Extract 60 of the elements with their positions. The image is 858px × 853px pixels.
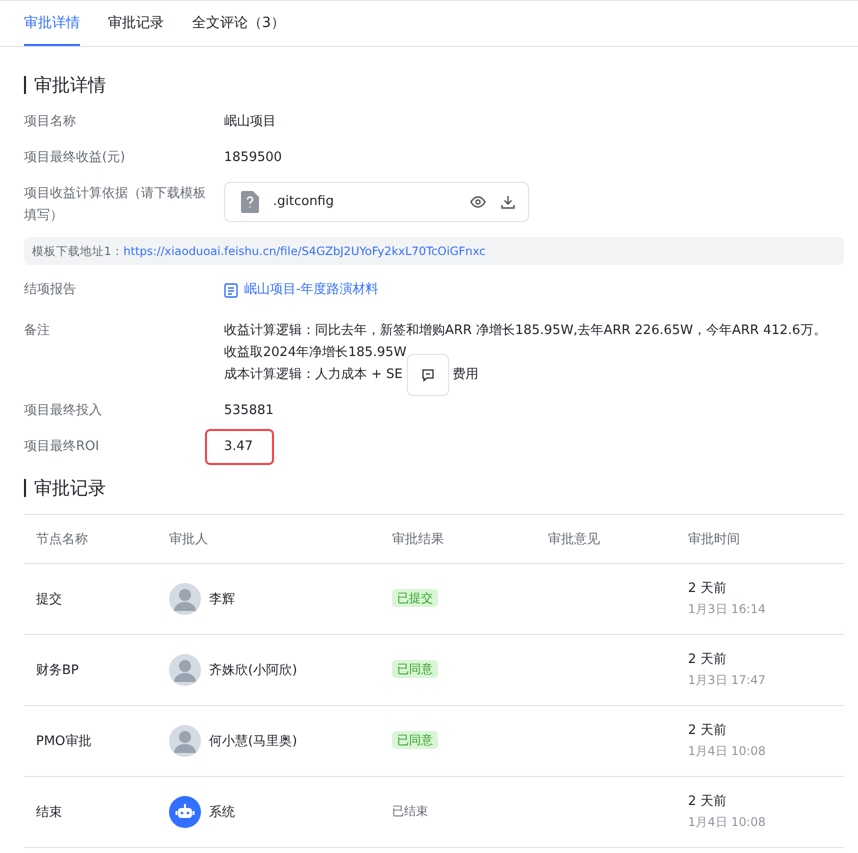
timestamp: 1月4日 10:08: [688, 814, 767, 831]
field-value: 岷山项目: [224, 113, 276, 131]
download-icon[interactable]: [500, 194, 516, 210]
section-title: 审批记录: [34, 476, 106, 500]
relative-time: 2 天前: [688, 580, 728, 597]
result-status: 已同意: [392, 660, 438, 678]
comment-button[interactable]: [406, 354, 449, 396]
robot-avatar: [169, 796, 201, 828]
download-link[interactable]: https://xiaoduoai.feishu.cn/file/S4GZbJ2UYoFy2kxL70TcOiGFnxc: [123, 244, 486, 258]
result-status: 已同意: [392, 731, 438, 749]
avatar: [169, 654, 201, 686]
note-line: 成本计算逻辑：人力成本 + SE: [224, 366, 403, 384]
report-link[interactable]: 岷山项目-年度路演材料: [224, 279, 379, 301]
node-name: 结束: [36, 804, 62, 820]
tab[interactable]: 全文评论（3）: [192, 1, 285, 46]
approver-name: 李辉: [209, 590, 235, 608]
section-title: 审批详情: [34, 74, 106, 97]
file-card[interactable]: .gitconfig: [224, 182, 529, 222]
field-label: 项目最终投入: [24, 402, 103, 420]
eye-icon[interactable]: [470, 194, 486, 210]
timestamp: 1月4日 10:08: [688, 743, 767, 760]
note-line: 收益取2024年净增长185.95W: [224, 344, 408, 362]
column-header: 审批结果: [380, 514, 536, 563]
timestamp: 1月3日 16:14: [688, 601, 767, 618]
result-status: 已提交: [392, 589, 438, 607]
column-header: 节点名称: [24, 514, 157, 563]
field-value: 535881: [224, 402, 274, 420]
node-name: PMO审批: [36, 734, 92, 748]
file-name: .gitconfig: [273, 193, 335, 211]
relative-time: 2 天前: [688, 793, 728, 810]
field-label: 备注: [24, 322, 51, 340]
node-name: 财务BP: [36, 662, 79, 678]
approver-name: 齐姝欣(小阿欣): [209, 662, 298, 678]
note-line: 费用: [452, 366, 479, 384]
notice-label: 模板下载地址1：: [32, 244, 124, 258]
field-label: 结项报告: [24, 281, 77, 299]
column-header: 审批意见: [536, 514, 676, 563]
column-header: 审批时间: [676, 514, 844, 563]
result-status: 已结束: [392, 804, 428, 818]
file-icon: [241, 191, 259, 213]
approver-name: 何小慧(马里奥): [209, 732, 298, 750]
tab[interactable]: 审批详情: [24, 1, 80, 46]
field-label: 项目最终ROI: [24, 438, 100, 456]
field-label: 项目最终收益(元): [24, 149, 126, 167]
timestamp: 1月3日 17:47: [688, 672, 767, 689]
relative-time: 2 天前: [688, 651, 728, 668]
avatar: [169, 582, 201, 614]
field-label: 项目名称: [24, 113, 77, 131]
approver-name: 系统: [209, 804, 235, 820]
column-header: 审批人: [157, 514, 380, 563]
field-label: 项目收益计算依据（请下载模板填写）: [24, 185, 207, 225]
comment-icon: [420, 368, 435, 382]
field-value: 1859500: [224, 149, 282, 167]
relative-time: 2 天前: [688, 722, 728, 739]
avatar: [169, 724, 201, 756]
tab[interactable]: 审批记录: [108, 1, 164, 46]
node-name: 提交: [36, 592, 62, 606]
field-value: 3.47: [205, 428, 274, 464]
note-line: 收益计算逻辑：同比去年，新签和增购ARR 净增长185.95W,去年ARR 226.65W，今年ARR 412.6万。: [224, 322, 828, 340]
document-icon: [224, 282, 238, 298]
